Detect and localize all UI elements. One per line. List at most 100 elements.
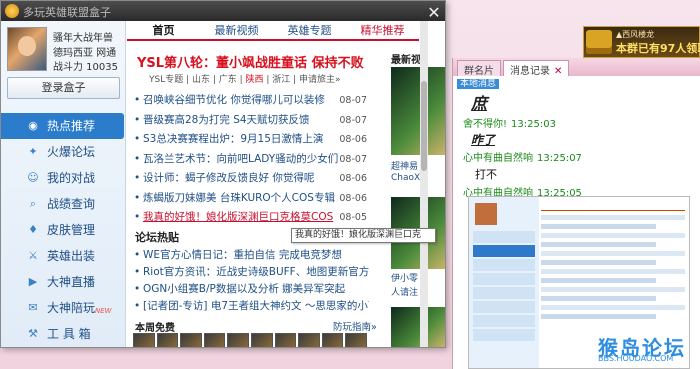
video-thumbnail[interactable]: [391, 67, 445, 155]
video-caption[interactable]: ChaoX: [391, 173, 420, 183]
sidebar-item-hot[interactable]: ◉ 热点推荐: [1, 113, 124, 139]
champion-portrait[interactable]: [227, 333, 249, 347]
free-champion-strip: [133, 333, 367, 347]
close-icon[interactable]: ✕: [554, 66, 562, 77]
chat-local-messages[interactable]: 本地消息: [453, 76, 700, 90]
sidebar-item-label: 皮肤管理: [47, 223, 96, 237]
sidebar-item-skins[interactable]: ♦ 皮肤管理: [1, 217, 126, 243]
vertical-scrollbar[interactable]: [420, 21, 428, 347]
news-date: 08-07: [339, 95, 367, 106]
champion-portrait[interactable]: [345, 333, 367, 347]
player-server: 德玛西亚 网通: [53, 48, 117, 59]
list-item[interactable]: Riot官方资讯：近战史诗级BUFF、地图更新官方思路: [133, 264, 369, 281]
toolbox-icon: ⚒: [28, 327, 38, 340]
watermark-url: BBS.HOUDAO.COM: [598, 354, 674, 363]
list-item[interactable]: WE官方心情日记：重拍自信 完成电竞梦想: [133, 247, 369, 264]
news-date: 08-05: [339, 212, 367, 223]
sidebar-item-record-search[interactable]: ⌕ 战绩查询: [1, 191, 126, 217]
sword-icon: ⚔: [28, 249, 38, 262]
list-item[interactable]: 召唤峡谷细节优化 你觉得哪儿可以装修 08-07: [133, 91, 369, 111]
champion-portrait[interactable]: [298, 333, 320, 347]
headline-link[interactable]: YSL第八轮：董小飒战胜童话 保持不败: [137, 52, 364, 71]
region-tags[interactable]: YSL专题 | 山东 | 广东 | 陕西 | 浙江 | 申请旅主»: [149, 72, 341, 85]
player-profile[interactable]: 骚年大战年兽 德玛西亚 网通 战斗力 10035: [7, 27, 120, 73]
list-item[interactable]: 瓦洛兰艺术节：向前吧LADY骚动的少女们08-07: [133, 150, 369, 170]
champion-portrait[interactable]: [321, 333, 344, 347]
champion-portrait[interactable]: [180, 333, 202, 347]
list-item[interactable]: 设计师：蝎子修改反馈良好 你觉得呢 08-06: [133, 169, 369, 189]
news-date: 08-06: [339, 192, 367, 204]
chat-message: 打不: [453, 165, 700, 183]
list-item[interactable]: 我真的好饿！娘化版深渊巨口克格莫COS 08-05: [133, 208, 369, 228]
tab-featured[interactable]: 精华推荐: [346, 21, 419, 39]
video-caption[interactable]: 超神易: [391, 159, 418, 172]
chat-message: 心中有曲自然响 13:25:07: [453, 148, 700, 165]
ad-line-1: ▲西风楼龙: [616, 30, 655, 39]
list-item[interactable]: 炼蝎版刀妹娜美 台珠KURO个人COS专辑 08-06: [133, 189, 369, 209]
news-title: 晋级赛高28为打完 S4天赋切获反馈: [143, 113, 310, 126]
champion-portrait[interactable]: [156, 333, 179, 347]
tab-home[interactable]: 首页: [127, 21, 200, 39]
chat-message-text: 庶: [471, 94, 488, 113]
news-date: 08-07: [339, 114, 367, 126]
chat-sender: 心中有曲自然响: [463, 153, 533, 164]
tab-message-history[interactable]: 消息记录 ✕: [503, 60, 570, 77]
list-item[interactable]: S3总决赛赛程出炉：9月15日激情上演 08-06: [133, 130, 369, 150]
top-nav: 首页 最新视频 英雄专题 精华推荐: [127, 21, 419, 41]
flame-icon: ◉: [28, 119, 38, 132]
ad-line-2: 本群已有97人领取: [616, 42, 700, 55]
video-thumbnail[interactable]: [391, 307, 445, 347]
sidebar: 骚年大战年兽 德玛西亚 网通 战斗力 10035 登录盒子 ◉ 热点推荐 ✦ 火爆论…: [1, 21, 126, 347]
sidebar-item-my-battles[interactable]: ☺ 我的对战: [1, 165, 126, 191]
tab-latest-videos[interactable]: 最新视频: [200, 21, 273, 39]
forum-title: OGN小组赛B/P数据以及分析 娜美异军突起: [143, 283, 346, 295]
news-date: 08-07: [339, 153, 367, 165]
champion-portrait[interactable]: [250, 333, 273, 347]
user-icon: ☺: [27, 171, 39, 184]
play-icon: ▶: [28, 275, 38, 288]
fire-icon: ✦: [28, 145, 38, 158]
sidebar-item-live[interactable]: ▶ 大神直播: [1, 269, 126, 295]
game-ad-banner[interactable]: ▲西风楼龙 本群已有97人领取: [583, 26, 700, 58]
list-item[interactable]: 晋级赛高28为打完 S4天赋切获反馈 08-07: [133, 111, 369, 131]
forum-list: WE官方心情日记：重拍自信 完成电竞梦想 Riot官方资讯：近战史诗级BUFF、…: [133, 247, 369, 315]
chat-icon: ✉: [28, 301, 38, 314]
sidebar-item-forum[interactable]: ✦ 火爆论坛: [1, 139, 126, 165]
news-title: 瓦洛兰艺术节：向前吧LADY骚动的少女们: [143, 152, 339, 165]
tab-hero-topics[interactable]: 英雄专题: [273, 21, 346, 39]
tab-group-card[interactable]: 群名片: [457, 60, 501, 77]
news-title: 召唤峡谷细节优化 你觉得哪儿可以装修: [143, 94, 325, 106]
forum-title: [记者团-专访] 电7王者组大神约文 ～思思家的小可爱～: [143, 300, 369, 312]
sidebar-item-label: 我的对战: [47, 171, 96, 185]
list-item[interactable]: [记者团-专访] 电7王者组大神约文 ～思思家的小可爱～: [133, 298, 369, 315]
news-list: 召唤峡谷细节优化 你觉得哪儿可以装修 08-07 晋级赛高28为打完 S4天赋切获…: [133, 91, 369, 228]
main-content: 首页 最新视频 英雄专题 精华推荐 YSL第八轮：董小飒战胜童话 保持不败 YS…: [127, 21, 445, 347]
avatar[interactable]: [7, 27, 47, 71]
list-item[interactable]: OGN小组赛B/P数据以及分析 娜美异军突起: [133, 281, 369, 298]
news-date: 08-06: [339, 134, 367, 145]
forum-section-title: 论坛热贴: [135, 231, 179, 244]
video-caption[interactable]: 伊小零: [391, 271, 418, 284]
sidebar-item-toolbox[interactable]: ⚒ 工 具 箱: [1, 321, 126, 347]
login-box-button[interactable]: 登录盒子: [7, 77, 120, 99]
video-caption[interactable]: 人请注: [391, 285, 418, 298]
sidebar-item-label: 战绩查询: [47, 197, 96, 211]
scrollbar-thumb[interactable]: [421, 81, 427, 171]
champion-portrait[interactable]: [133, 333, 155, 347]
free-heroes-title: 本周免费: [135, 323, 175, 334]
lol-box-window: 多玩英雄联盟盒子 ✕ 骚年大战年兽 德玛西亚 网通 战斗力 10035 登录盒子…: [0, 0, 446, 348]
sidebar-item-companion[interactable]: ✉ 大神陪玩 NEW: [1, 295, 126, 321]
sidebar-item-label: 热点推荐: [47, 119, 96, 133]
champion-portrait[interactable]: [274, 333, 297, 347]
screenshot-content: [541, 201, 685, 319]
sidebar-menu: ◉ 热点推荐 ✦ 火爆论坛 ☺ 我的对战 ⌕ 战绩查询 ♦ 皮肤管理 ⚔ 英雄出装 ▶ 大神直…: [1, 113, 126, 347]
sidebar-item-label: 工 具 箱: [47, 327, 91, 341]
title-bar[interactable]: 多玩英雄联盟盒子: [1, 1, 445, 21]
search-icon: ⌕: [29, 197, 37, 210]
player-power: 战斗力 10035: [53, 62, 118, 73]
chat-message: 舍不得你! 13:25:03: [453, 114, 700, 131]
sidebar-item-builds[interactable]: ⚔ 英雄出装: [1, 243, 126, 269]
forum-title: Riot官方资讯：近战史诗级BUFF、地图更新官方思路: [143, 266, 369, 278]
champion-portrait[interactable]: [203, 333, 226, 347]
guide-link[interactable]: 防玩指南»: [333, 319, 377, 333]
